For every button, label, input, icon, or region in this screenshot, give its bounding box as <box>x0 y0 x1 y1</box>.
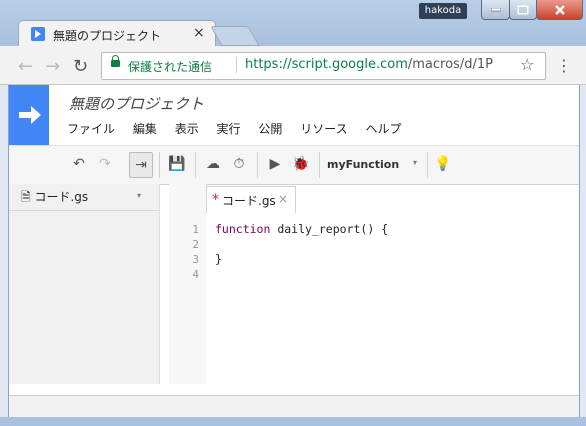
back-icon[interactable]: ← <box>18 56 33 77</box>
tab-title: 無題のプロジェクト <box>53 29 162 43</box>
status-bar <box>9 395 579 418</box>
debug-icon[interactable]: 🐞 <box>290 154 312 174</box>
reload-icon[interactable]: ↻ <box>73 56 88 77</box>
menu-help[interactable]: ヘルプ <box>365 122 401 136</box>
divider <box>195 152 196 178</box>
security-label: 保護された通信 <box>128 60 213 74</box>
line-number: 2 <box>192 238 199 251</box>
indent-icon[interactable]: ⇥ <box>129 152 153 178</box>
menu-run[interactable]: 実行 <box>217 122 241 136</box>
user-badge: hakoda <box>419 3 467 19</box>
browser-tab[interactable]: 無題のプロジェクト × <box>18 20 216 47</box>
save-icon[interactable]: 💾 <box>166 154 188 174</box>
code-editor[interactable] <box>206 212 579 384</box>
line-number: 1 <box>192 223 199 236</box>
run-icon[interactable]: ▶ <box>264 154 286 174</box>
redo-icon[interactable]: ↷ <box>94 154 116 174</box>
minimize-button[interactable] <box>481 0 510 20</box>
lightbulb-icon[interactable]: 💡 <box>432 154 454 174</box>
editor-toolbar: ↶ ↷ ⇥ 💾 ☁ ⏱ ▶ 🐞 myFunction ▾ 💡 <box>9 145 579 185</box>
bookmark-star-icon[interactable]: ☆ <box>520 55 534 74</box>
url-text[interactable]: https://script.google.com/macros/d/1P <box>245 57 493 72</box>
title-bar: hakoda 無題のプロジェクト × <box>0 0 586 47</box>
window: hakoda 無題のプロジェクト × ← → ↻ 保護された通信 https:/… <box>0 0 586 426</box>
window-frame <box>0 417 586 426</box>
divider <box>236 57 237 73</box>
apps-script-editor: 無題のプロジェクト ファイル 編集 表示 実行 公開 リソース ヘルプ ↶ ↷ … <box>8 85 580 418</box>
undo-icon[interactable]: ↶ <box>68 154 90 174</box>
menu-file[interactable]: ファイル <box>67 122 115 136</box>
menu-bar: ファイル 編集 表示 実行 公開 リソース ヘルプ <box>67 120 415 137</box>
address-bar[interactable]: 保護された通信 https://script.google.com/macros… <box>101 52 546 80</box>
file-item-code-gs[interactable]: 🗎 コード.gs <box>21 188 88 209</box>
menu-edit[interactable]: 編集 <box>133 122 157 136</box>
divider <box>319 152 320 178</box>
line-number: 3 <box>192 253 199 266</box>
menu-resources[interactable]: リソース <box>300 122 347 136</box>
lock-icon <box>111 55 120 67</box>
line-number-gutter <box>169 184 207 384</box>
project-name[interactable]: 無題のプロジェクト <box>69 93 204 114</box>
unsaved-marker: * <box>212 192 219 208</box>
code-line-3[interactable]: } <box>215 252 222 266</box>
close-window-button[interactable] <box>536 0 583 20</box>
divider <box>159 152 160 178</box>
apps-script-logo <box>9 85 49 145</box>
new-tab-button[interactable] <box>210 26 260 46</box>
forward-icon[interactable]: → <box>45 56 60 77</box>
divider <box>427 152 428 178</box>
close-tab-icon[interactable]: × <box>193 25 205 41</box>
arrow-right-icon <box>19 106 41 124</box>
chevron-down-icon[interactable]: ▾ <box>137 191 141 200</box>
file-sidebar: 🗎 コード.gs ▾ <box>9 184 160 384</box>
apps-script-favicon-icon <box>31 27 45 41</box>
menu-publish[interactable]: 公開 <box>258 122 282 136</box>
function-select[interactable]: myFunction <box>327 158 399 171</box>
maximize-button[interactable] <box>509 0 537 20</box>
close-editor-tab-icon[interactable]: × <box>278 192 288 206</box>
line-number: 4 <box>192 268 199 281</box>
chevron-down-icon[interactable]: ▾ <box>413 158 417 167</box>
clock-icon[interactable]: ⏱ <box>228 154 250 174</box>
cloud-icon[interactable]: ☁ <box>202 154 224 174</box>
editor-tab-code-gs[interactable]: * コード.gs × <box>206 186 296 213</box>
editor-tab-label: コード.gs <box>222 194 276 208</box>
divider <box>257 152 258 178</box>
menu-view[interactable]: 表示 <box>175 122 199 136</box>
browser-toolbar: ← → ↻ 保護された通信 https://script.google.com/… <box>0 46 586 85</box>
divider <box>9 210 159 211</box>
browser-menu-icon[interactable]: ⋮ <box>556 56 572 75</box>
code-line-1[interactable]: function daily_report() { <box>215 222 388 236</box>
